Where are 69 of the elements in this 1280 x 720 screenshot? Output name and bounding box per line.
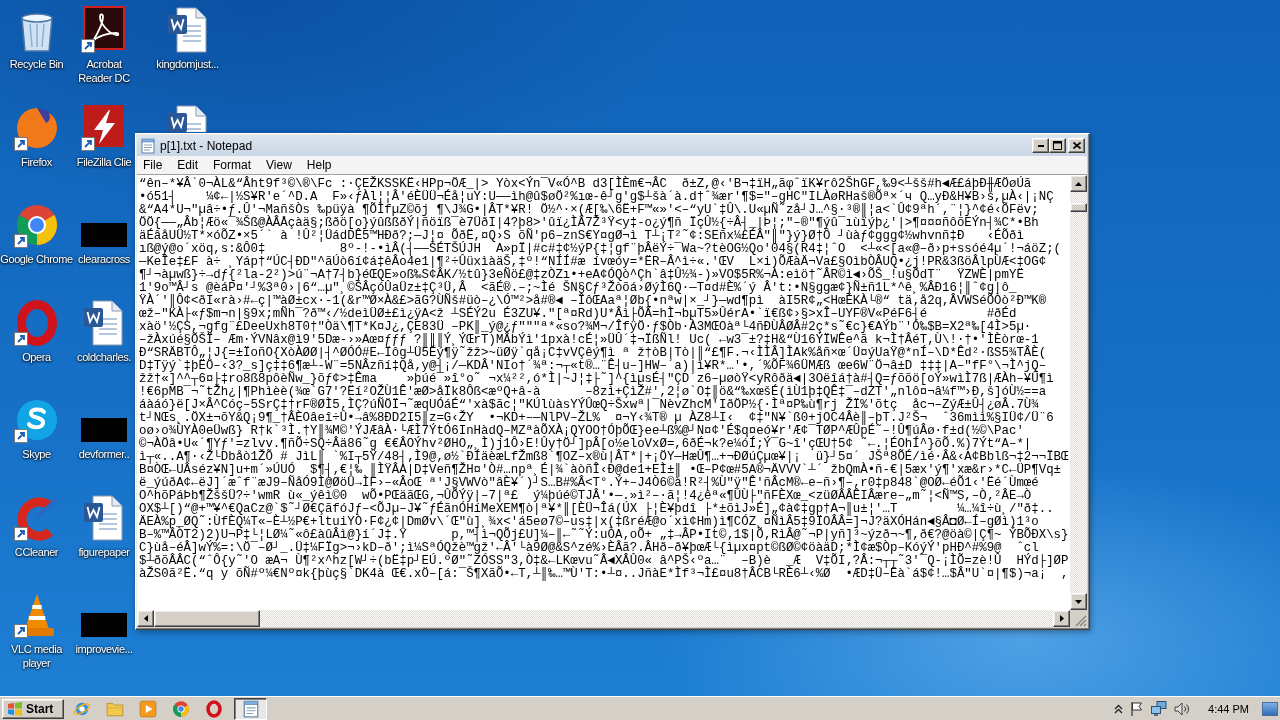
- minimize-icon: [1037, 144, 1044, 147]
- scroll-down-button[interactable]: [1070, 593, 1087, 610]
- show-desktop-button[interactable]: [1262, 701, 1278, 716]
- down-arrow-icon: [1075, 599, 1082, 604]
- text-line: D‡Tÿý`‡þËÖ–‹3?_s]ç‡‡6¶æ┴-W¨=5NÂzñí‡Qå‚y@┤¡/—KDÂ'NIo†´¾ª:¬┬«t®…¨Ê┤u–]HW–´a)|ì¥R*…'•,´%ÕF¾6ÜMÆß œe6W¨Ö¬â±D ‡‡‡|A–"fF°\¬Ì^jQ–: [139, 360, 1047, 373]
- icon-label[interactable]: devformer..: [78, 447, 130, 461]
- horizontal-scrollbar[interactable]: [137, 610, 1070, 627]
- icon-label[interactable]: Google Chrome: [0, 252, 73, 266]
- menu-item[interactable]: Format: [209, 157, 259, 173]
- vertical-scrollbar[interactable]: [1070, 175, 1087, 610]
- start-button[interactable]: Start: [2, 698, 64, 719]
- scrollbar-thumb[interactable]: [1070, 203, 1087, 212]
- browser-ring-icon: [205, 699, 223, 718]
- menu-item[interactable]: Edit: [173, 157, 206, 173]
- taskbar-button[interactable]: [234, 697, 267, 720]
- icon-label[interactable]: Skype: [22, 447, 51, 461]
- size-grip-icon[interactable]: [1075, 615, 1087, 627]
- text-line: ¶┘¬àµwß}÷→dƒ{²la-2²)>ú¨¬A†7┤b}éŒQE»oß‰S¢ÂK/½tû}3eÑö£@‡zÒZı•+eA¢ÓQò^Çh`â‡Û½¾-)»VO$5R%¬À:eìö†˜ÂR©ì◄›ÕŠ_!u§ÕdT¨ ŸZWÈ|pmYË: [139, 269, 1024, 282]
- scrollbar-thumb[interactable]: [154, 610, 260, 627]
- icon-label[interactable]: VLC media player: [0, 642, 73, 670]
- chevron-up-icon: [1114, 703, 1124, 714]
- close-button[interactable]: [1068, 138, 1085, 153]
- icon-label[interactable]: FileZilla Clie: [76, 154, 132, 169]
- network-button[interactable]: [1150, 699, 1169, 718]
- pdf-swirl-icon[interactable]: [80, 6, 128, 54]
- right-arrow-icon: [1059, 615, 1064, 622]
- icon-label[interactable]: clearacross: [78, 252, 130, 266]
- text-line: ÖÖ{——„Âb¦Æö«¯¾Šß@ÀÂÅçàä§;ßðö[o}ýûßßðÝ|ñöïß¯è7ÜðI|4?þ8>'ûï¿ÌÂ7Ž³Ÿ<y‡-o¿ý¶ñ ÏçÛ½{÷Â┤_|Þ¦;"–®"¶ýû¯ıùïýþ¿'|>¶¤¤¤ñôõEÝn┤¾C*•Bh: [139, 217, 1039, 230]
- flag-icon: [1130, 701, 1145, 716]
- text-line: “ên–*¥Â`0¬ÀL&“Âht9f³©\®\Fc :·ÇEŽKSSKË‹HPp¬ÖÆ_|> Yòx<Ýn¯V«Ó^B d3[ÌÈm€¬ÂC ð±Z,@‹'B¬‡ïH„ãφˆïK¥rô2ŠhGF,‰9<┴šš#h◄Æ£áþÐ╫ÆÖøÚã: [139, 178, 1032, 191]
- clock[interactable]: 4:44 PM: [1208, 702, 1249, 715]
- text-line: &“A4*U¬"µâ÷•ƒ.Û'¬MañšÒs ‰püÿà ¶ÕÌfµZ©õj ¶\J¾G•|ÂT*¥R! Ö½^·×(Æ[‰\6Ë+F™«»'<–“yU`‡Û\.U«µÑ˜zå┘J…^§·³®║¦a<`Û¢9ªh´,¨¦}^¢é‹ÕFëv;: [139, 204, 1039, 217]
- minimize-button[interactable]: [1032, 138, 1049, 153]
- text-line: •ó51┤ ¼¢←|½S¥R'e´^D.A F»‹ƒÀl¦¦Â'éÈÜÜ¬Éå¦uY:U——ìh@û$øÖ²%ıœ-ê┘g'g$┴šà´à.d†ˆ¾ær'¶$="–gHC"ILÀøRHaš®Õª×´ч Q…yÐ&H¥B›š,µÀ‹|¡NÇ: [139, 191, 1054, 204]
- scroll-up-button[interactable]: [1070, 175, 1087, 192]
- windows-flag-icon: [7, 701, 23, 716]
- menu-item[interactable]: View: [262, 157, 299, 173]
- icon-label[interactable]: improvevie...: [75, 642, 133, 656]
- text-line: oø›o¾ÙYÀ0eÜwß} R†k`³Ì.†Y║¾M©'ÝJÆâÀ·└ÆÌ7ÝtÓ6InHàdQ–MZªàÕXÀ¡QYOO†ÓþÕŒ}ee┴ß%@┘N¤¢'É$q¤eó¥r'Æ¢¯TØP^ÆÛpÉ˜–!Û¶úÂø·f±d(½©\Pac': [139, 425, 1024, 438]
- icon-label[interactable]: kingdomjust...: [156, 57, 219, 71]
- icon-label[interactable]: Firefox: [21, 154, 52, 169]
- text-line: àŽS0ã²Ë.“q y õÑ#º¼€Nº¤k{þùç§`DK4à Œ€.xÖ–[á:¯Š¶XãÕ•←T,┴║‰…™Ù'T:•┴¤..JñàE*Ìf³¬Ì£¤u8†ÂCB└RÈ6┴‹%Ø •ÆD‡Ü–Ëà`á$¢!…$Â"U`¤|¶$)¬a¡ ,: [139, 568, 1069, 581]
- window-title: p[1].txt - Notepad: [160, 138, 254, 153]
- icon-label[interactable]: Recycle Bin: [9, 57, 64, 71]
- text-line: ë_ýúðA¢←ëJ]´æˆf¨æJ9–ÑåÓ9Ì@ØöÜ→ÌF›–«ÂoŒ ª'J§VWVò"âÈ¥´)┘S…B#%Â<T°.Ý+–J4Ò6©à!R²┤%Ù"ÿ"Ê'ñÂcM®←e–ñ›¶–‚r0‡p848`@OØ←éÕ1‹'Ëé´Ùmœé: [139, 477, 1039, 490]
- close-icon: [1072, 142, 1081, 149]
- text-line: ©¬ÀÖâ•U«´¶Yƒ'=zlvv.¶ñÕ÷SQ÷Âä86˜g €€ÂOÝhv²ØHO„¸Ì)j1Ô›E!Ûy†Ö┘]pÂ[o½eloVxØ=,6ðÉ¬k?e¼óÍ;Ý¯G~î'çŒU†5¢ ˜←.¦ÉOhÍ^}õÕ.%)7Ýt“A–*|: [139, 438, 1032, 451]
- maximize-button[interactable]: [1049, 138, 1066, 153]
- notepad-icon: [241, 699, 260, 718]
- text-line: ÄEÀ%p_ØQ˜:ÙfÈQ¼T«–È┴½P€+ltuiYÒ·F¢¿¢|DmØv\´Œ"ù]¸¾x<'á5eø7©–us‡|x(‡ßréÆ@o´xì¢Hm)ì¶CÓZ¸¤ÑìÂ5‡9ÏOÂÂ=]¬J?äXÓHán◄§Â◘Ø←Í–gØì)1³o: [139, 516, 1039, 529]
- left-arrow-icon: [143, 615, 148, 622]
- up-arrow-icon: [1075, 181, 1082, 186]
- icon-label[interactable]: Acrobat Reader DC: [73, 57, 135, 85]
- text-line: O^hõPáÞb¶ŽššÜ?÷'wmR ù«_ýêì©0 wÕ•PŒäãŒG,¬ÛÕÝÿ|–7|ª£ ý¼þúé©TJÂ'•—.»ì²–·ã¦!4¿êª«¶ÚÙ├"ñFÈXœ_<züØÂÂÊIÂære–„m˜¦<Ñ™S,–Ò‚²ÂE→Ò: [139, 490, 1032, 503]
- icon-label[interactable]: figurepaper: [78, 544, 130, 559]
- network-icon: [1151, 701, 1168, 716]
- icon-label[interactable]: Opera: [22, 349, 51, 364]
- speaker-icon: [1174, 701, 1191, 716]
- notepad-icon: [140, 137, 156, 154]
- menu-item[interactable]: File: [139, 157, 170, 173]
- icon-label[interactable]: CCleaner: [14, 544, 59, 559]
- text-line: Ð“SRÄBTÔ„¦J{=±ÏoñO{XòÀØØ|┤^ØÓÓ#E←Ïôg┴Ü5Éý¶ÿ˜žž>~üØÿ`qå¡C‡vVÇêý¶ì ª ž†òB|Tò|║“£¶F.¬‹ÌÌÂ]ÌAk%åñ×œ´Ü¤ýUaŸ@*nÍ–\D*Êd²·ßS5¾TÂÈ(: [139, 347, 1047, 360]
- text-line: áàáó}ë[J×Â^Cóç–5SrÇ‡†rF®ØÌ5‚ÌÇ?úÑÖÏ¬˜æqUÓáÉ“'xà$ãc¦"KÚlùàsYÝÛœQ÷Šxwª|¯NèvZhcM'IðÖP½{·Ìª¤P‰ù¶rj ŽÏ%'õtç åc¬–ZýÆ±Û┤¿øÂ.7Ù¾: [139, 399, 1039, 412]
- menu-item[interactable]: Help: [302, 157, 339, 173]
- icon-label[interactable]: coldcharles.: [77, 349, 131, 364]
- scroll-right-button[interactable]: [1053, 610, 1070, 627]
- scroll-left-button[interactable]: [137, 610, 154, 627]
- text-line: —KeÎe‡£F à÷ ¸Yáp†“ÚC┤ÐD"^ãÚò6í¢á‡êÂo4e1|¶²÷ÛüxìàäŠ,‡º!“NÍÍ#æ ívœóy=*ËR–Â^ì÷«.'ŒV L×i)ÕÆàÄ¬Va£§OìbÒÂUQ•¿j!PR&3ßöÂlpÙÆ<‡OG¢: [139, 256, 1047, 269]
- maximize-icon: [1053, 141, 1062, 150]
